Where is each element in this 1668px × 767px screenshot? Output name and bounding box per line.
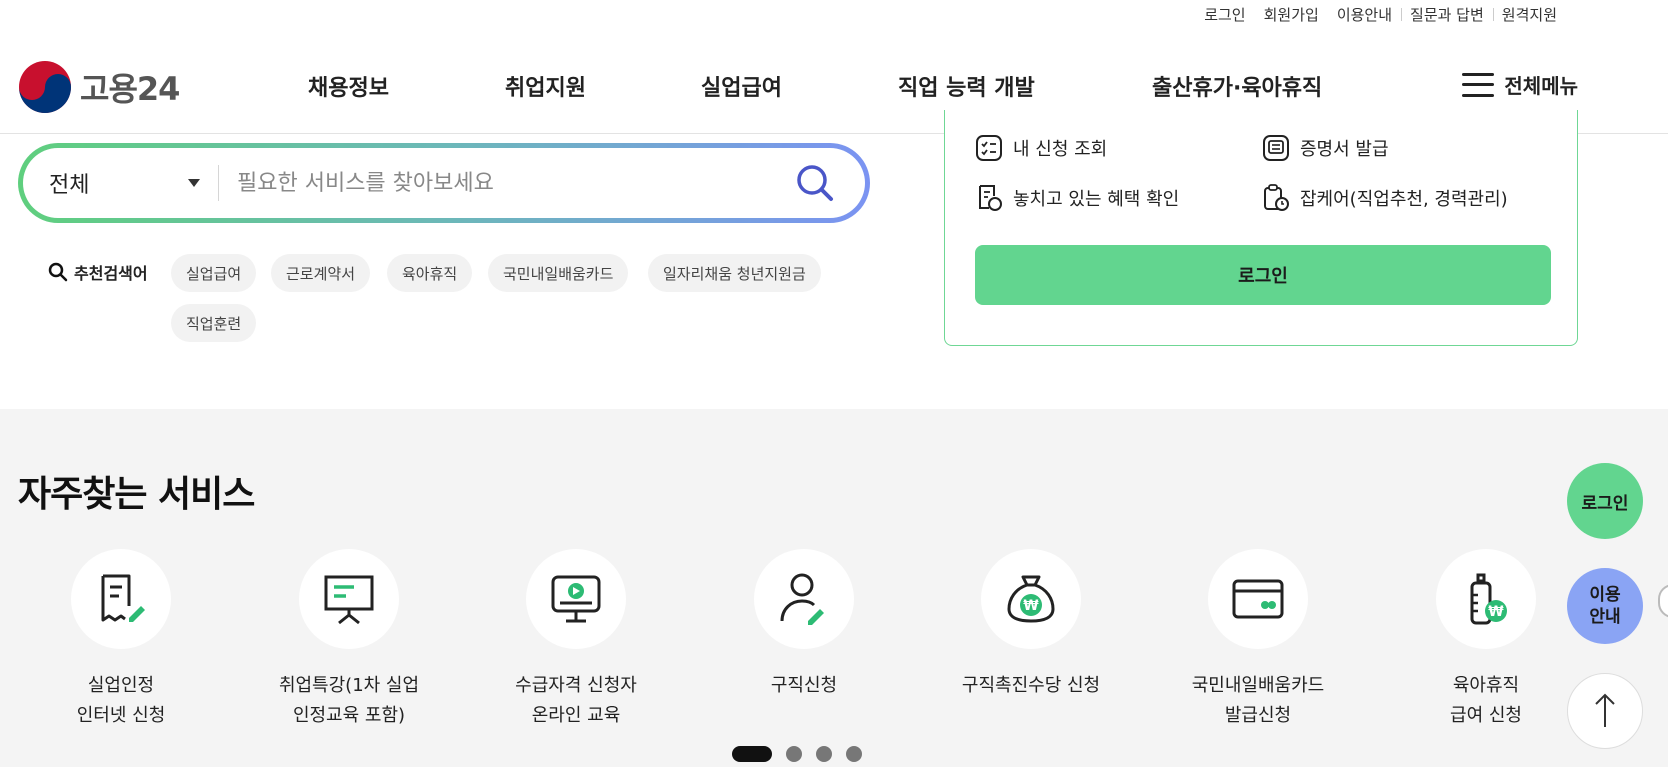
all-menu-button[interactable]: 전체메뉴 — [1462, 70, 1578, 99]
nav-unemployment-benefit[interactable]: 실업급여 — [701, 70, 782, 102]
util-remote-link[interactable]: 원격지원 — [1492, 4, 1566, 25]
nav-parental-leave[interactable]: 출산휴가·육아휴직 — [1152, 70, 1322, 102]
keyword-chip[interactable]: 직업훈련 — [171, 304, 257, 342]
service-item[interactable]: 취업특강(1차 실업 인정교육 포함) — [239, 549, 459, 731]
logo[interactable]: 고용24 — [18, 60, 180, 114]
nav-job-info[interactable]: 채용정보 — [308, 70, 389, 102]
pagination-dot-1[interactable] — [732, 746, 772, 762]
svg-text:₩: ₩ — [1023, 598, 1039, 614]
recommended-label: 추천검색어 — [48, 260, 148, 284]
keyword-chip[interactable]: 실업급여 — [171, 254, 257, 292]
keyword-chip[interactable]: 국민내일배움카드 — [488, 254, 629, 292]
missed-benefit-link[interactable]: 놓치고 있는 혜택 확인 — [975, 184, 1179, 212]
search-icon — [797, 165, 833, 201]
floating-guide-button[interactable]: 이용 안내 — [1567, 568, 1643, 644]
service-label: 실업인정 인터넷 신청 — [76, 675, 166, 726]
utility-nav: 로그인 회원가입 이용안내 질문과 답변 원격지원 — [1195, 0, 1566, 28]
util-guide-link[interactable]: 이용안내 — [1328, 4, 1401, 25]
taegeuk-logo-icon — [19, 61, 71, 113]
service-item[interactable]: 국민내일배움카드 발급신청 — [1148, 549, 1368, 731]
util-signup-link[interactable]: 회원가입 — [1255, 4, 1328, 25]
section-title: 자주찾는 서비스 — [18, 474, 255, 515]
scroll-top-button[interactable] — [1567, 673, 1643, 749]
recommended-label-text: 추천검색어 — [74, 264, 148, 283]
keyword-chip[interactable]: 일자리채움 청년지원금 — [648, 254, 821, 292]
service-item[interactable]: ₩ 육아휴직 급여 신청 — [1376, 549, 1596, 731]
my-application-label: 내 신청 조회 — [1013, 139, 1108, 160]
nav-skill-development[interactable]: 직업 능력 개발 — [898, 70, 1035, 102]
util-qna-link[interactable]: 질문과 답변 — [1401, 4, 1493, 25]
card-icon — [1232, 579, 1284, 619]
document-pen-icon — [101, 574, 145, 622]
pagination-dot-3[interactable] — [816, 746, 832, 762]
presentation-board-icon — [324, 575, 374, 625]
search-box: 전체 — [18, 143, 870, 223]
service-label: 구직촉진수당 신청 — [961, 675, 1101, 696]
service-item[interactable]: 수급자격 신청자 온라인 교육 — [466, 549, 686, 731]
certificate-link[interactable]: 증명서 발급 — [1262, 134, 1389, 162]
checklist-icon — [976, 135, 1002, 161]
jobcare-link[interactable]: 잡케어(직업추천, 경력관리) — [1262, 184, 1508, 212]
person-pen-icon — [780, 573, 824, 625]
document-clock-icon — [979, 185, 1002, 211]
svg-text:₩: ₩ — [1488, 604, 1504, 620]
nav-employment-support[interactable]: 취업지원 — [505, 70, 586, 102]
search-button[interactable] — [785, 153, 845, 213]
service-label: 육아휴직 급여 신청 — [1450, 675, 1522, 726]
service-item[interactable]: ₩ 구직촉진수당 신청 — [921, 549, 1141, 701]
certificate-icon — [1263, 135, 1289, 161]
login-button[interactable]: 로그인 — [975, 245, 1551, 305]
service-label: 국민내일배움카드 발급신청 — [1191, 675, 1325, 726]
login-panel: 내 신청 조회 증명서 발급 놓치고 있는 혜택 확인 잡케어(직업추천, 경력… — [944, 110, 1578, 346]
certificate-label: 증명서 발급 — [1300, 139, 1389, 160]
logo-text: 고용24 — [80, 70, 180, 108]
all-menu-label: 전체메뉴 — [1504, 74, 1578, 98]
missed-benefit-label: 놓치고 있는 혜택 확인 — [1013, 189, 1180, 210]
search-category-value: 전체 — [49, 173, 90, 198]
caret-down-icon — [188, 179, 200, 187]
search-small-icon — [48, 262, 68, 282]
baby-bottle-won-icon: ₩ — [1470, 573, 1507, 625]
service-label: 취업특강(1차 실업 인정교육 포함) — [278, 675, 420, 726]
keyword-chip[interactable]: 육아휴직 — [387, 254, 473, 292]
search-input[interactable] — [219, 170, 785, 196]
monitor-play-icon — [551, 575, 601, 623]
service-label: 수급자격 신청자 온라인 교육 — [515, 675, 637, 726]
carousel-pagination — [732, 746, 862, 762]
pagination-dot-4[interactable] — [846, 746, 862, 762]
money-bag-icon: ₩ — [1007, 575, 1055, 623]
keyword-chip[interactable]: 근로계약서 — [271, 254, 371, 292]
my-application-link[interactable]: 내 신청 조회 — [975, 134, 1107, 162]
service-item[interactable]: 구직신청 — [694, 549, 914, 701]
floating-login-button[interactable]: 로그인 — [1567, 463, 1643, 539]
service-item[interactable]: 실업인정 인터넷 신청 — [11, 549, 231, 731]
jobcare-label: 잡케어(직업추천, 경력관리) — [1300, 189, 1508, 210]
util-login-link[interactable]: 로그인 — [1195, 4, 1254, 25]
frequent-services-section: 자주찾는 서비스 실업인정 인터넷 신청 취업특강(1차 실업 인정교육 포함) — [0, 409, 1668, 767]
pagination-dot-2[interactable] — [786, 746, 802, 762]
hamburger-icon — [1462, 72, 1495, 97]
arrow-up-icon — [1595, 693, 1615, 727]
service-label: 구직신청 — [770, 675, 838, 696]
clipboard-clock-icon — [1264, 184, 1289, 211]
search-category-select[interactable]: 전체 — [23, 165, 219, 201]
